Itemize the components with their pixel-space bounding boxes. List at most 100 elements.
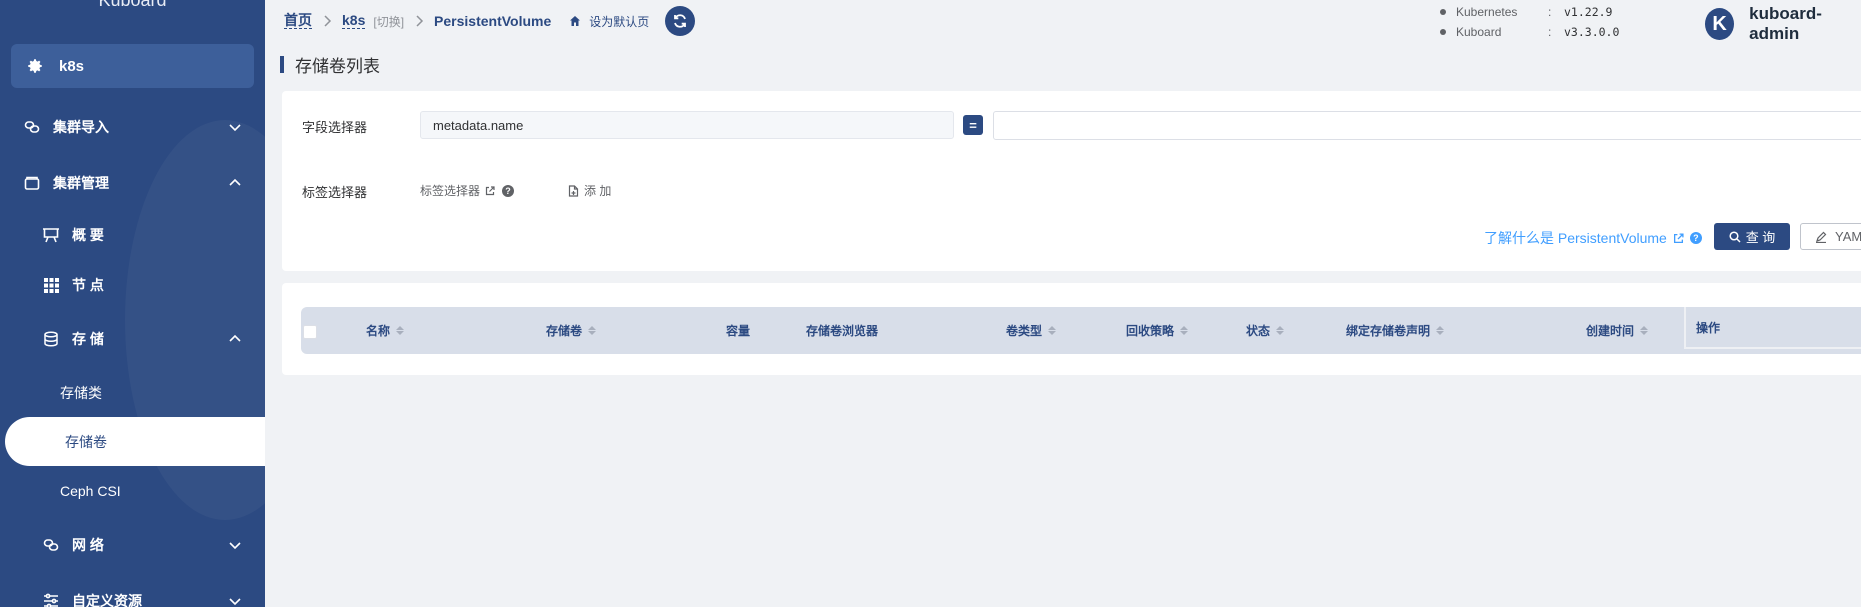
home-icon [570,16,581,26]
chevron-down-icon [229,598,241,606]
sidebar-item-overview[interactable]: 概 要 [0,215,265,255]
column-header-name[interactable]: 名称 [366,307,405,354]
label-selector-link-text: 标签选择器 [420,184,481,198]
query-button[interactable]: 查 询 [1714,223,1790,250]
sort-icon[interactable] [1276,326,1285,335]
column-header-capacity: 容量 [726,307,750,354]
document-add-icon [568,184,579,197]
operator-button[interactable]: = [963,115,983,135]
brand-title: Kuboard [98,0,167,10]
column-label: 创建时间 [1586,324,1635,338]
cluster-selector[interactable]: k8s [11,44,254,88]
sidebar-item-cluster-management[interactable]: 集群管理 [0,163,265,203]
sort-icon[interactable] [1436,326,1445,335]
version-info: Kubernetes : v1.22.9 Kuboard : v3.3.0.0 [1440,2,1619,42]
grid-icon [42,276,60,294]
chevron-up-icon [229,334,241,342]
field-selector-label: 字段选择器 [302,120,368,135]
user-menu[interactable]: K kuboard-admin [1705,4,1861,44]
sidebar-item-storage-class[interactable]: 存储类 [60,383,102,403]
sidebar-item-persistent-volume[interactable]: 存储卷 [5,417,265,466]
sort-icon[interactable] [1640,326,1649,335]
version-name: Kubernetes [1456,5,1518,19]
external-link-icon [485,185,495,195]
learn-pv-link[interactable]: 了解什么是 PersistentVolume ? [1484,228,1702,248]
column-header-volume[interactable]: 存储卷 [546,307,597,354]
column-header-actions: 操作 [1684,307,1861,349]
column-label: 容量 [726,324,751,338]
sort-icon[interactable] [588,326,597,335]
add-label-button[interactable]: 添 加 [568,182,611,199]
sort-icon[interactable] [396,326,405,335]
folder-icon [23,174,41,192]
column-header-browser: 存储卷浏览器 [806,307,878,354]
switch-cluster-link[interactable]: [切换] [373,13,404,30]
column-header-status[interactable]: 状态 [1246,307,1285,354]
column-header-reclaim-policy[interactable]: 回收策略 [1126,307,1189,354]
field-value-input[interactable] [993,111,1861,140]
version-name: Kuboard [1456,25,1502,39]
help-icon[interactable]: ? [1689,232,1702,244]
label-selector-link[interactable]: 标签选择器 ? [420,182,515,199]
page-title: 存储卷列表 [280,52,380,77]
link-icon [23,118,41,136]
sidebar-item-label: 网 络 [72,537,104,553]
chevron-down-icon [229,124,241,132]
sidebar-item-nodes[interactable]: 节 点 [0,265,265,305]
cluster-name: k8s [59,57,85,75]
sort-icon[interactable] [1180,326,1189,335]
sidebar-item-label: 集群管理 [53,175,109,191]
column-label: 名称 [366,324,391,338]
select-all-checkbox[interactable] [303,325,317,339]
sidebar-item-network[interactable]: 网 络 [0,525,265,565]
label-selector-label: 标签选择器 [302,185,368,200]
filter-card: 字段选择器 metadata.name = 标签选择器 标签选择器 ? 添 加 … [282,91,1861,271]
query-button-label: 查 询 [1745,230,1776,245]
yaml-button[interactable]: YAML [1800,223,1861,250]
monitor-icon [42,226,60,244]
version-value: v1.22.9 [1564,5,1613,19]
sidebar-item-label: 概 要 [72,227,104,243]
field-selector-input[interactable]: metadata.name [420,111,954,139]
set-default-page-link[interactable]: 设为默认页 [569,13,649,30]
search-icon [1729,230,1741,243]
add-label-text: 添 加 [584,184,612,198]
link-icon [42,536,60,554]
breadcrumb-home[interactable]: 首页 [284,13,312,29]
sidebar-item-storage[interactable]: 存 储 [0,319,265,359]
sidebar-item-label: 存 储 [72,331,104,347]
sliders-icon [42,592,60,607]
sidebar-item-cluster-import[interactable]: 集群导入 [0,107,265,147]
version-sep: : [1548,5,1552,19]
help-icon[interactable]: ? [502,184,515,197]
column-header-bound-claim[interactable]: 绑定存储卷声明 [1346,307,1445,354]
field-selector-value: metadata.name [433,117,524,133]
column-label: 卷类型 [1006,324,1043,338]
sort-icon[interactable] [1048,326,1057,335]
database-icon [42,330,60,348]
refresh-button[interactable] [665,6,695,36]
gear-icon [25,57,45,75]
column-label: 存储卷 [546,324,583,338]
sidebar-item-label: 节 点 [72,277,104,293]
column-header-volume-type[interactable]: 卷类型 [1006,307,1057,354]
external-link-icon [1673,232,1684,243]
sidebar-item-label: 集群导入 [53,119,109,135]
breadcrumb-cluster[interactable]: k8s [342,13,366,29]
table-header: 名称 存储卷 容量 存储卷浏览器 卷类型 回收策略 状态 绑定存储卷声明 创建时… [301,307,1861,354]
chevron-up-icon [229,178,241,186]
user-name: kuboard-admin [1749,4,1822,43]
bullet [1440,29,1446,35]
sidebar-item-label: 自定义资源 [72,593,142,607]
table-card: 名称 存储卷 容量 存储卷浏览器 卷类型 回收策略 状态 绑定存储卷声明 创建时… [282,283,1861,375]
learn-pv-text: 了解什么是 PersistentVolume [1484,230,1667,246]
version-value: v3.3.0.0 [1564,25,1620,39]
chevron-down-icon [229,542,241,550]
column-label: 存储卷浏览器 [806,324,879,338]
sidebar-item-custom-resources[interactable]: 自定义资源 [0,581,265,607]
column-header-created[interactable]: 创建时间 [1586,307,1649,354]
sidebar-item-ceph-csi[interactable]: Ceph CSI [60,483,121,499]
chevron-right-icon [322,15,332,27]
edit-icon [1816,231,1827,243]
chevron-right-icon [414,15,424,27]
